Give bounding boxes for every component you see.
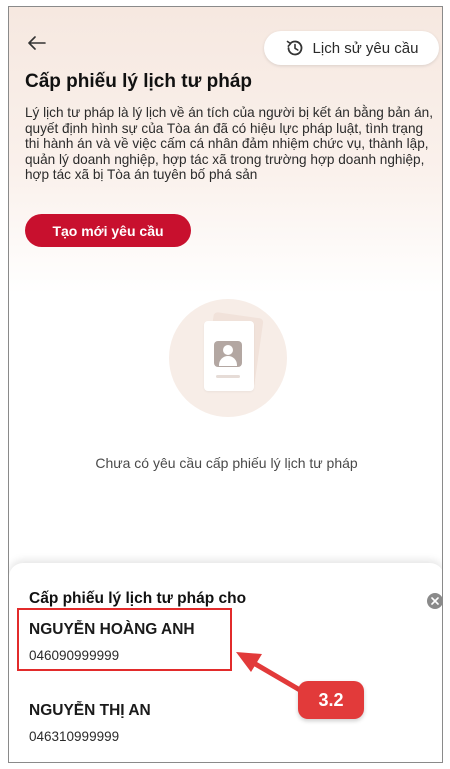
step-badge: 3.2 <box>298 681 364 719</box>
page-title: Cấp phiếu lý lịch tư pháp <box>25 71 252 92</box>
close-circle-icon <box>431 597 439 605</box>
document-avatar-icon <box>169 299 287 417</box>
person-name: NGUYỄN THỊ AN <box>29 702 151 719</box>
history-button[interactable]: Lịch sử yêu cầu <box>264 31 439 65</box>
arrow-left-icon <box>28 36 46 50</box>
empty-state-text: Chưa có yêu cầu cấp phiếu lý lịch tư phá… <box>95 455 358 471</box>
back-button[interactable] <box>23 29 51 57</box>
description-text: Lý lịch tư pháp là lý lịch về án tích củ… <box>25 105 433 183</box>
history-clock-icon <box>286 40 302 56</box>
person-id-number: 046310999999 <box>29 729 120 744</box>
history-button-label: Lịch sử yêu cầu <box>312 39 419 57</box>
create-request-button[interactable]: Tạo mới yêu cầu <box>25 214 191 247</box>
person-option[interactable]: NGUYỄN THỊ AN 046310999999 <box>23 692 283 754</box>
annotation-highlight-box <box>17 608 232 671</box>
sheet-title: Cấp phiếu lý lịch tư pháp cho <box>29 590 247 607</box>
close-button[interactable] <box>427 593 442 609</box>
